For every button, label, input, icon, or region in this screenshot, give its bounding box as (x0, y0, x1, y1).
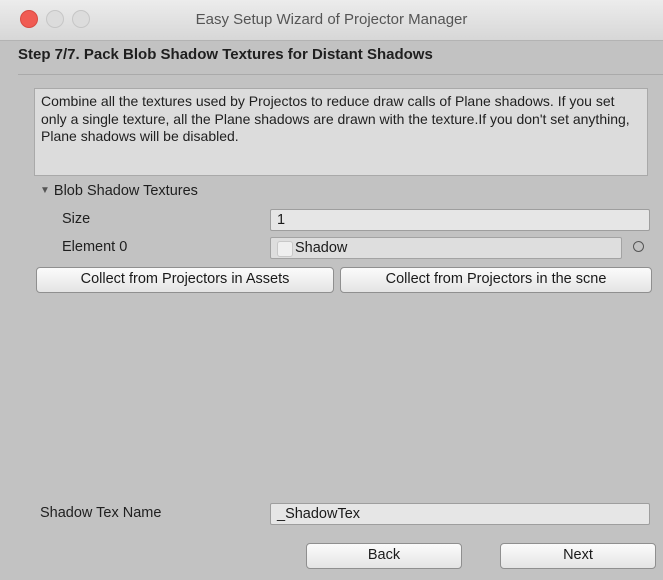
shadow-tex-name-field[interactable]: _ShadowTex (270, 503, 650, 525)
collect-from-scene-button[interactable]: Collect from Projectors in the scne (340, 267, 652, 293)
wizard-window: Easy Setup Wizard of Projector Manager S… (0, 0, 663, 580)
collect-from-assets-button[interactable]: Collect from Projectors in Assets (36, 267, 334, 293)
next-button[interactable]: Next (500, 543, 656, 569)
object-picker-icon[interactable] (633, 241, 644, 252)
foldout-label: Blob Shadow Textures (53, 183, 198, 199)
divider (18, 74, 663, 75)
back-button[interactable]: Back (306, 543, 462, 569)
texture-icon (277, 241, 293, 257)
element0-label: Element 0 (62, 239, 128, 255)
blob-shadow-textures-foldout[interactable]: ▼ Blob Shadow Textures (40, 183, 198, 199)
shadow-tex-name-label: Shadow Tex Name (40, 505, 162, 521)
size-label: Size (62, 211, 91, 227)
element0-value: Shadow (295, 240, 348, 256)
element0-object-field[interactable]: Shadow (270, 237, 622, 259)
window-title: Easy Setup Wizard of Projector Manager (195, 11, 468, 28)
help-box: Combine all the textures used by Project… (34, 88, 648, 176)
title-bar: Easy Setup Wizard of Projector Manager (0, 0, 663, 41)
step-title: Step 7/7. Pack Blob Shadow Textures for … (18, 46, 433, 63)
foldout-arrow-icon[interactable]: ▼ (40, 185, 50, 196)
size-field[interactable]: 1 (270, 209, 650, 231)
